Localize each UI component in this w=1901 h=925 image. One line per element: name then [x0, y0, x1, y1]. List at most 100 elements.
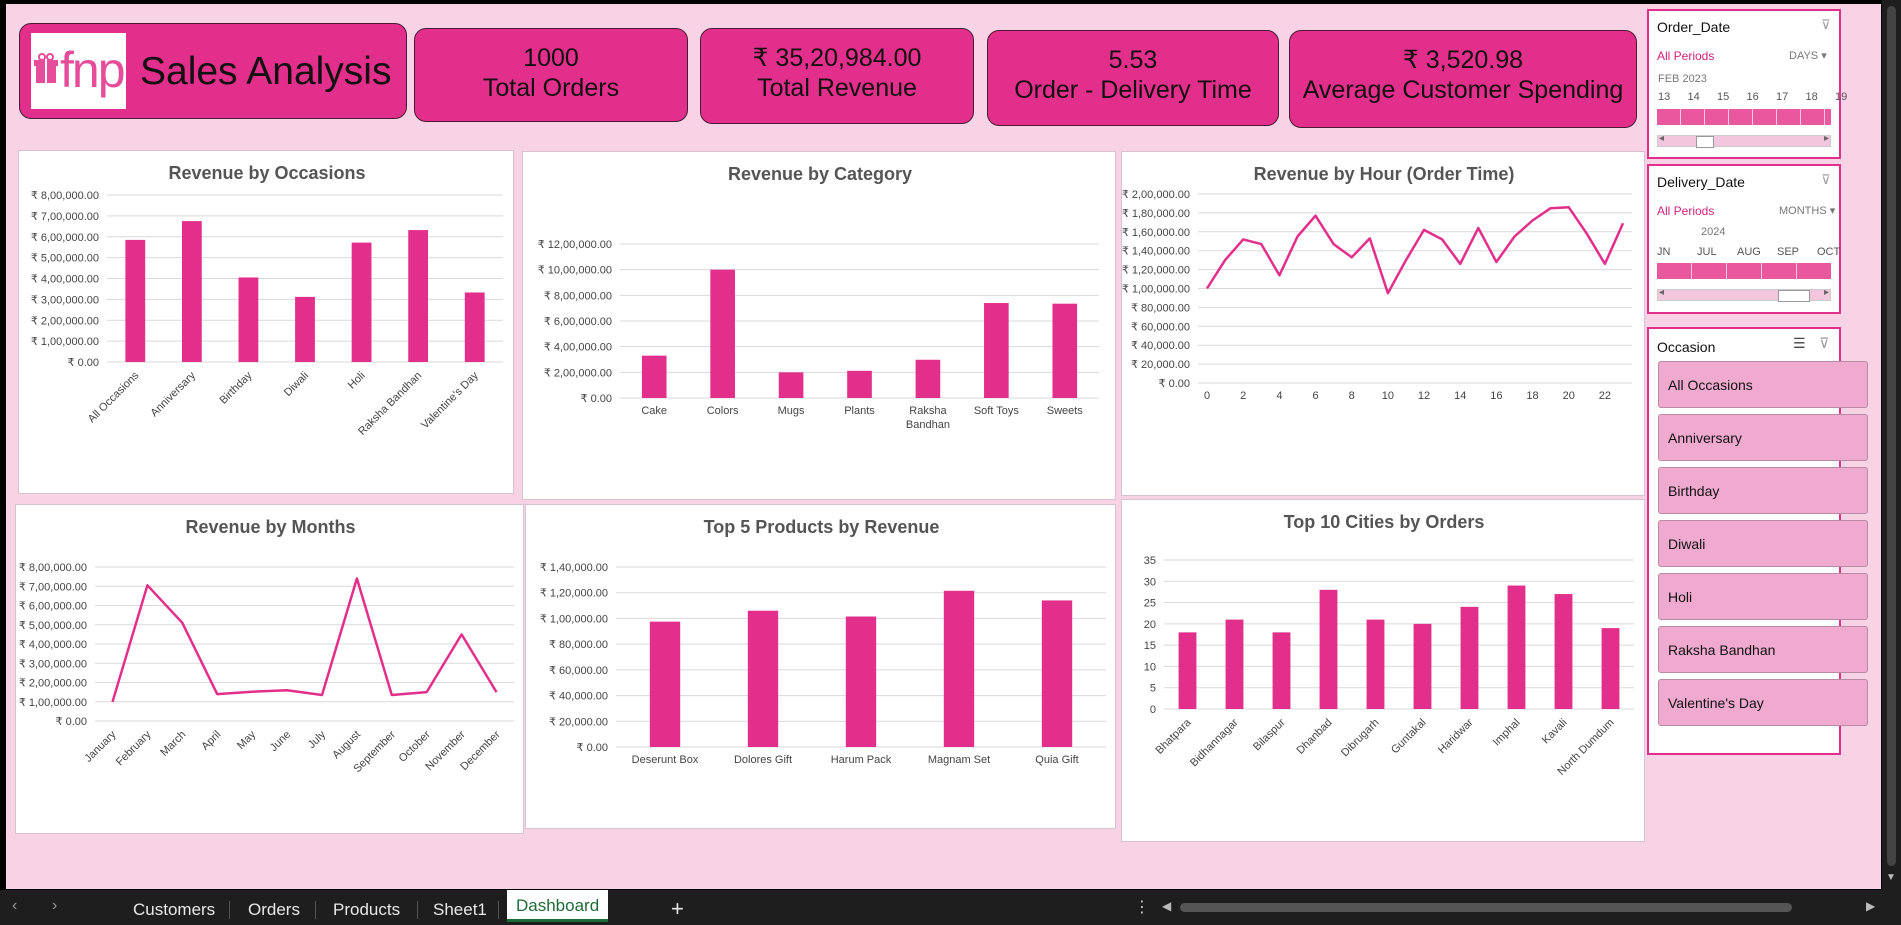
timeline-tick-label[interactable]: 16 [1747, 91, 1759, 103]
timeline-bar[interactable] [1657, 109, 1831, 125]
y-tick-label: ₹ 60,000.00 [549, 665, 608, 677]
y-tick-label: 10 [1144, 661, 1156, 673]
multi-select-icon[interactable]: ☰ [1793, 335, 1806, 352]
tab-customers[interactable]: Customers [133, 900, 215, 920]
tab-scroll-right-icon[interactable]: › [52, 897, 57, 915]
timeline-group-label: FEB 2023 [1658, 73, 1707, 85]
x-tick-label: March [158, 729, 188, 759]
clear-filter-icon[interactable]: ⊽ [1821, 17, 1831, 33]
timeline-tick-label[interactable]: JN [1657, 246, 1670, 258]
occasion-item[interactable]: Birthday [1658, 467, 1868, 514]
timeline-tick-label[interactable]: AUG [1737, 246, 1761, 258]
y-tick-label: ₹ 80,000.00 [549, 639, 608, 651]
timeline-tick-label[interactable]: 18 [1806, 91, 1818, 103]
scroll-thumb[interactable] [1778, 290, 1810, 302]
scroll-right-icon[interactable]: ▸ [1824, 287, 1829, 298]
slicer-order-date[interactable]: Order_Date ⊽ All Periods DAYS ▾ FEB 2023… [1647, 9, 1847, 159]
time-level-label: MONTHS [1779, 205, 1827, 217]
kpi-delivery-time: 5.53 Order - Delivery Time [987, 30, 1279, 126]
vscroll-thumb[interactable] [1887, 6, 1896, 866]
occasion-item[interactable]: Valentine's Day [1658, 679, 1868, 726]
time-level-selector[interactable]: MONTHS ▾ [1779, 204, 1835, 217]
hscroll-right-icon[interactable]: ▶ [1866, 899, 1875, 913]
period-selector[interactable]: All Periods [1657, 49, 1714, 63]
timeline-bar[interactable] [1657, 263, 1831, 279]
clear-filter-icon[interactable]: ⊽ [1821, 172, 1831, 188]
bar [1413, 623, 1432, 709]
vertical-scrollbar[interactable]: ▼ [1882, 0, 1901, 890]
x-tick-label: Mugs [778, 405, 805, 417]
x-tick-label: 4 [1276, 390, 1282, 402]
tab-sheet1[interactable]: Sheet1 [433, 900, 487, 920]
y-tick-label: ₹ 40,000.00 [549, 691, 608, 703]
timeline-tick-label[interactable]: OCT [1817, 246, 1840, 258]
fnp-logo: fnp [31, 33, 126, 109]
bar [351, 242, 372, 362]
occasion-item[interactable]: Holi [1658, 573, 1868, 620]
occasion-item[interactable]: Raksha Bandhan [1658, 626, 1868, 673]
y-tick-label: ₹ 12,00,000.00 [538, 239, 612, 251]
x-tick-label: Magnam Set [928, 754, 990, 766]
add-sheet-button[interactable]: + [671, 896, 684, 922]
chart-top10-cities[interactable]: Top 10 Cities by Orders 0 5 10 15 20 25 30 35 Bha… [1121, 499, 1645, 842]
timeline-scrollbar[interactable]: ◂ ▸ [1657, 287, 1831, 302]
tab-products[interactable]: Products [333, 900, 400, 920]
y-tick-label: ₹ 60,000.00 [1131, 321, 1190, 333]
y-tick-label: ₹ 0.00 [68, 357, 99, 369]
hscroll-left-icon[interactable]: ◀ [1162, 899, 1171, 913]
tab-scroll-left-icon[interactable]: ‹ [12, 897, 17, 915]
scroll-left-icon[interactable]: ◂ [1659, 287, 1664, 298]
timeline-scrollbar[interactable]: ◂ ▸ [1657, 133, 1831, 148]
tab-separator [315, 901, 316, 919]
x-tick-label: Valentine's Day [419, 369, 481, 431]
timeline-tick-label[interactable]: JUL [1697, 246, 1717, 258]
timeline-tick-label[interactable]: 13 [1658, 91, 1670, 103]
bar [1225, 619, 1244, 709]
chart-revenue-by-hour[interactable]: Revenue by Hour (Order Time) ₹ 0.00 ₹ 20,0… [1121, 151, 1645, 496]
bar [943, 590, 975, 747]
scroll-left-icon[interactable]: ◂ [1659, 133, 1664, 144]
vscroll-down-icon[interactable]: ▼ [1886, 872, 1896, 883]
y-tick-label: ₹ 1,00,000.00 [1122, 284, 1190, 296]
bar [847, 370, 872, 398]
slicer-delivery-date[interactable]: Delivery_Date ⊽ All Periods MONTHS ▾ 202… [1647, 164, 1841, 314]
time-level-selector[interactable]: DAYS ▾ [1789, 49, 1827, 62]
timeline-tick-label[interactable]: 17 [1776, 91, 1788, 103]
x-tick-label: 0 [1204, 390, 1210, 402]
y-tick-label: ₹ 1,20,000.00 [1122, 265, 1190, 277]
chart-revenue-by-category[interactable]: Revenue by Category ₹ 0.00 ₹ 2,00,000.00 ₹ … [522, 151, 1116, 500]
clear-filter-icon[interactable]: ⊽ [1819, 335, 1829, 352]
y-tick-label: ₹ 1,00,000.00 [31, 336, 99, 348]
y-tick-label: 30 [1144, 576, 1156, 588]
chart-title: Revenue by Category [728, 164, 912, 184]
more-options-icon[interactable]: ⋮ [1134, 897, 1150, 917]
slicer-title: Occasion [1657, 339, 1716, 355]
tab-dashboard[interactable]: Dashboard [507, 890, 609, 922]
y-tick-label: ₹ 1,20,000.00 [540, 588, 608, 600]
tab-orders[interactable]: Orders [248, 900, 300, 920]
tab-separator [498, 901, 499, 919]
slicer-occasion[interactable]: Occasion ☰ ⊽ All Occasions Anniversary Bir… [1647, 327, 1868, 755]
chart-top5-products[interactable]: Top 5 Products by Revenue ₹ 0.00 ₹ 20,000.… [525, 504, 1116, 829]
timeline-tick-label[interactable]: SEP [1777, 246, 1799, 258]
y-tick-label: ₹ 5,00,000.00 [19, 620, 87, 632]
x-tick-label: Imphal [1491, 717, 1523, 749]
chart-svg: Revenue by Category ₹ 0.00 ₹ 2,00,000.00 ₹ … [538, 164, 1099, 431]
timeline-tick-label[interactable]: 19 [1835, 91, 1847, 103]
chart-revenue-by-months[interactable]: Revenue by Months ₹ 0.00 ₹ 1,00,000.00 ₹ 2,… [15, 504, 524, 834]
scroll-thumb[interactable] [1696, 136, 1714, 148]
occasion-item[interactable]: All Occasions [1658, 361, 1868, 408]
chart-revenue-by-occasions[interactable]: Revenue by Occasions ₹ 0.00 ₹ 1,00,000.00 ₹… [18, 150, 514, 494]
scroll-right-icon[interactable]: ▸ [1824, 133, 1829, 144]
timeline-tick-label[interactable]: 14 [1688, 91, 1700, 103]
timeline-tick-label[interactable]: 15 [1717, 91, 1729, 103]
occasion-item[interactable]: Diwali [1658, 520, 1868, 567]
bar [649, 621, 681, 747]
y-tick-label: ₹ 0.00 [577, 742, 608, 754]
horizontal-scrollbar[interactable] [1180, 903, 1792, 912]
x-tick-label: February [114, 728, 154, 768]
occasion-item[interactable]: Anniversary [1658, 414, 1868, 461]
period-selector[interactable]: All Periods [1657, 204, 1714, 218]
y-tick-label: ₹ 1,40,000.00 [540, 562, 608, 574]
time-level-label: DAYS [1789, 50, 1819, 62]
